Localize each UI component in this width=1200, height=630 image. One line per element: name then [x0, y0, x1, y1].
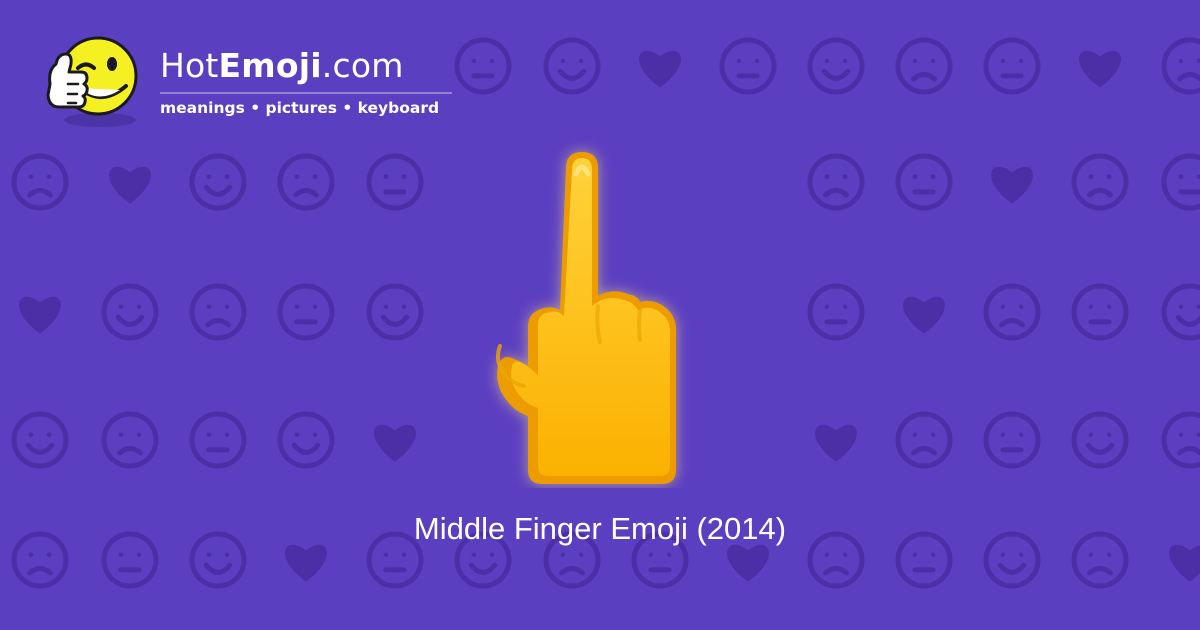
pattern-heart-icon [109, 166, 151, 204]
middle-finger-icon [496, 152, 676, 484]
pattern-emoji-icon [11, 411, 69, 469]
pattern-emoji-icon [277, 411, 335, 469]
pattern-heart-icon [727, 544, 769, 582]
pattern-emoji-icon [543, 37, 601, 95]
emoji-caption: Middle Finger Emoji (2014) [413, 511, 787, 546]
pattern-heart-icon [19, 296, 61, 334]
pattern-emoji-icon [189, 411, 247, 469]
pattern-emoji-icon [1161, 283, 1200, 341]
pattern-emoji-icon [895, 153, 953, 211]
site-name-suffix: .com [321, 46, 404, 85]
pattern-emoji-icon [895, 37, 953, 95]
pattern-emoji-icon [1071, 153, 1129, 211]
pattern-heart-icon [903, 296, 945, 334]
pattern-emoji-icon [101, 283, 159, 341]
pattern-emoji-icon [1071, 283, 1129, 341]
site-tagline: meanings • pictures • keyboard [160, 99, 440, 117]
thumbs-up-wink-logo-icon [46, 36, 138, 127]
pattern-emoji-icon [366, 283, 424, 341]
pattern-emoji-icon [1071, 411, 1129, 469]
pattern-emoji-icon [983, 411, 1041, 469]
share-card: HotEmoji.com meanings • pictures • keybo… [0, 0, 1200, 630]
pattern-emoji-icon [983, 283, 1041, 341]
pattern-emoji-icon [189, 283, 247, 341]
pattern-heart-icon [1079, 50, 1121, 88]
site-name: HotEmoji.com [160, 46, 404, 86]
pattern-emoji-icon [11, 153, 69, 211]
pattern-heart-icon [1169, 544, 1200, 582]
pattern-emoji-icon [807, 37, 865, 95]
brand-block[interactable]: HotEmoji.com meanings • pictures • keybo… [38, 32, 468, 132]
pattern-heart-icon [285, 544, 327, 582]
pattern-emoji-icon [1161, 411, 1200, 469]
pattern-heart-icon [374, 424, 416, 462]
pattern-emoji-icon [189, 153, 247, 211]
pattern-emoji-icon [101, 411, 159, 469]
pattern-emoji-icon [807, 283, 865, 341]
site-name-bold: Emoji [218, 46, 322, 85]
pattern-heart-icon [639, 50, 681, 88]
pattern-heart-icon [815, 424, 857, 462]
pattern-emoji-icon [1161, 153, 1200, 211]
pattern-emoji-icon [277, 283, 335, 341]
pattern-emoji-icon [366, 153, 424, 211]
pattern-emoji-icon [277, 153, 335, 211]
pattern-emoji-icon [895, 411, 953, 469]
brand-divider [160, 92, 452, 94]
pattern-emoji-icon [719, 37, 777, 95]
pattern-emoji-icon [1161, 37, 1200, 95]
site-name-regular: Hot [160, 46, 219, 85]
pattern-heart-icon [991, 166, 1033, 204]
pattern-emoji-icon [983, 37, 1041, 95]
pattern-emoji-icon [807, 153, 865, 211]
